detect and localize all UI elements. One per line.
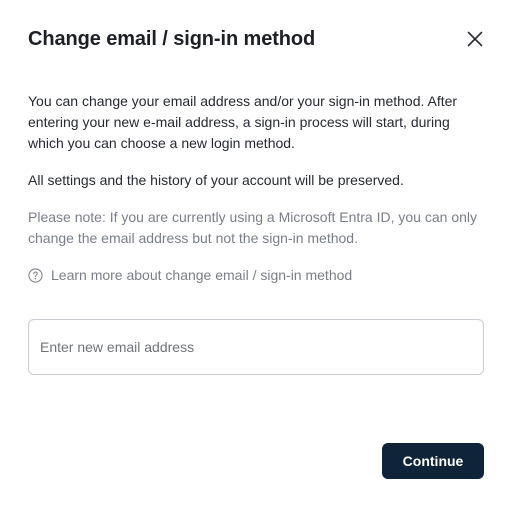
intro-paragraph: You can change your email address and/or… <box>28 93 458 151</box>
learn-more-label: Learn more about change email / sign-in … <box>51 267 353 283</box>
new-email-input[interactable] <box>28 319 484 375</box>
note-paragraph: Please note: If you are currently using … <box>28 209 477 246</box>
continue-button[interactable]: Continue <box>382 443 484 479</box>
change-email-dialog: Change email / sign-in method You can ch… <box>0 0 510 506</box>
learn-more-link[interactable]: Learn more about change email / sign-in … <box>28 265 352 286</box>
dialog-title: Change email / sign-in method <box>28 28 316 50</box>
preserved-paragraph: All settings and the history of your acc… <box>28 172 404 188</box>
close-button[interactable] <box>462 26 488 52</box>
close-icon <box>467 31 483 47</box>
help-circle-icon <box>28 268 43 283</box>
